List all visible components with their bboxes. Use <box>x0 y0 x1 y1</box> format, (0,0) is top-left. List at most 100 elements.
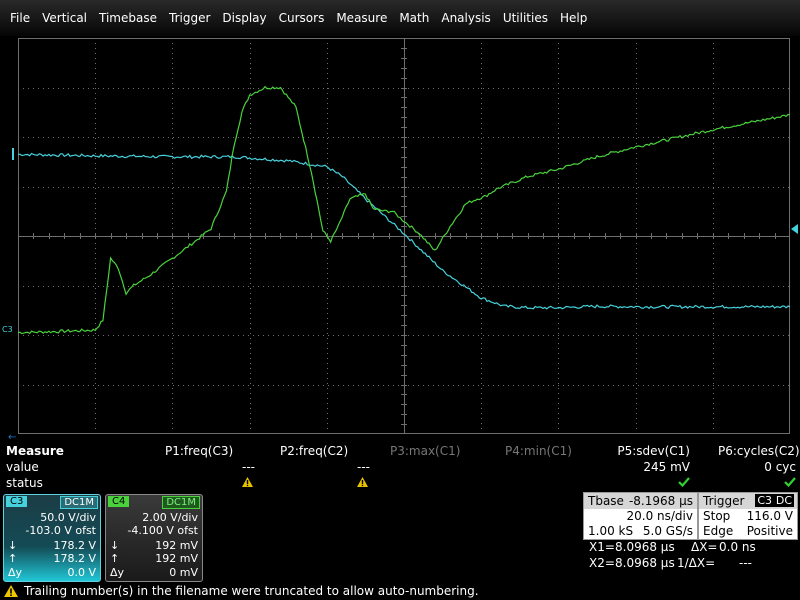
channel-3-delta-y: Δy 0.0 V <box>4 566 100 580</box>
timebase-descriptor[interactable]: Tbase -8.1968 µs 20.0 ns/div 1.00 kS 5.0… <box>583 492 698 540</box>
timebase-sample-rate: 5.0 GS/s <box>642 524 693 538</box>
timebase-rate-row: 1.00 kS 5.0 GS/s <box>584 524 697 539</box>
measure-param-1-status <box>213 476 253 490</box>
measure-param-6-value: 0 cyc <box>764 460 796 474</box>
cursor-x2-value: 8.0968 µs <box>615 556 675 570</box>
timebase-header: Tbase -8.1968 µs <box>584 493 697 509</box>
measure-param-2-value: --- <box>357 460 370 474</box>
menu-item-utilities[interactable]: Utilities <box>497 11 554 25</box>
measure-status-label: status <box>6 476 43 490</box>
channel-4-offset: -4.100 V ofst <box>127 524 198 537</box>
trigger-slope: Positive <box>746 524 793 538</box>
channel-4-header: C4 DC1M <box>106 495 202 509</box>
channel-3-cursor-down-value: 178.2 V <box>53 539 96 552</box>
channel-4-scale: 2.00 V/div <box>142 511 198 524</box>
checkmark-icon <box>678 477 690 488</box>
menu-item-vertical[interactable]: Vertical <box>36 11 93 25</box>
measure-param-2-label[interactable]: P2:freq(C2) <box>280 444 370 458</box>
waveform-display[interactable]: C3 ← <box>0 36 800 446</box>
timebase-scale: 20.0 ns/div <box>626 509 694 523</box>
trigger-source: C3 <box>755 494 774 507</box>
trigger-type-row: Edge Positive <box>699 524 797 539</box>
timebase-samples: 1.00 kS <box>588 524 634 538</box>
status-message: Trailing number(s) in the filename were … <box>24 584 479 598</box>
timebase-scale-row: 20.0 ns/div <box>584 509 697 524</box>
measure-param-5-value: 245 mV <box>643 460 690 474</box>
channel-4-cursor-down: ↓ 192 mV <box>106 539 202 553</box>
trigger-label: Trigger <box>703 494 745 508</box>
measure-param-5-status <box>610 476 690 490</box>
channel-4-cursor-down-value: 192 mV <box>155 539 198 552</box>
channel-3-cursor-up: ↑ 178.2 V <box>4 552 100 566</box>
cursor-dx-value: 0.0 ns <box>719 540 756 554</box>
menu-item-timebase[interactable]: Timebase <box>93 11 163 25</box>
trigger-level-marker[interactable] <box>791 223 798 234</box>
menu-item-help[interactable]: Help <box>554 11 593 25</box>
measure-param-3-label[interactable]: P3:max(C1) <box>390 444 480 458</box>
measure-param-1-label[interactable]: P1:freq(C3) <box>165 444 255 458</box>
time-origin-arrow-icon[interactable]: ← <box>8 433 16 443</box>
menu-item-measure[interactable]: Measure <box>330 11 393 25</box>
channel-4-delta-y: Δy 0 mV <box>106 566 202 580</box>
channel-3-header: C3 DC1M <box>4 495 100 509</box>
channel-3-delta-y-value: 0.0 V <box>67 566 96 579</box>
trigger-level: 116.0 V <box>746 509 793 523</box>
channel-4-delta-y-value: 0 mV <box>169 566 198 579</box>
menu-item-display[interactable]: Display <box>216 11 272 25</box>
delta-y-label: Δy <box>8 566 23 579</box>
cursor-dx-label: ΔX= <box>691 540 718 554</box>
measure-value-label: value <box>6 460 39 474</box>
cursor-down-icon: ↓ <box>110 539 120 552</box>
timebase-label: Tbase <box>588 494 624 508</box>
timebase-delay: -8.1968 µs <box>628 494 693 508</box>
cursor-up-icon: ↑ <box>110 552 120 565</box>
measure-param-6-label[interactable]: P6:cycles(C2) <box>718 444 800 458</box>
measure-table[interactable]: Measure value status P1:freq(C3) --- P2:fr… <box>0 444 800 492</box>
menu-item-analysis[interactable]: Analysis <box>435 11 496 25</box>
cursor-x1-value: 8.0968 µs <box>615 540 675 554</box>
cursor-up-icon: ↑ <box>8 552 18 565</box>
channel-3-ground-marker[interactable] <box>12 148 20 161</box>
channel-3-cursor-up-value: 178.2 V <box>53 552 96 565</box>
cursor-readout: X1= 8.0968 µs ΔX= 0.0 ns X2= 8.0968 µs 1… <box>585 540 800 574</box>
cursor-inv-dx-label: 1/ΔX= <box>677 556 716 570</box>
measure-param-2-status <box>328 476 368 490</box>
cursor-down-icon: ↓ <box>8 539 18 552</box>
channel-4-cursor-up-value: 192 mV <box>155 552 198 565</box>
channel-3-descriptor[interactable]: C3 DC1M 50.0 V/div -103.0 V ofst ↓ 178.2 … <box>3 494 101 582</box>
channel-4-coupling: DC1M <box>162 496 200 509</box>
channel-4-descriptor[interactable]: C4 DC1M 2.00 V/div -4.100 V ofst ↓ 192 mV… <box>105 494 203 582</box>
menu-item-cursors[interactable]: Cursors <box>273 11 331 25</box>
warning-icon <box>357 477 368 487</box>
menu-item-trigger[interactable]: Trigger <box>163 11 216 25</box>
channel-trace-label-marker[interactable]: C3 <box>2 325 13 334</box>
checkmark-icon <box>784 477 796 488</box>
warning-icon <box>4 585 18 597</box>
trigger-mode: Stop <box>703 509 731 523</box>
channel-4-tag: C4 <box>108 496 130 507</box>
measure-param-4-label[interactable]: P4:min(C1) <box>505 444 595 458</box>
measure-param-5-label[interactable]: P5:sdev(C1) <box>610 444 690 458</box>
channel-3-offset: -103.0 V ofst <box>25 524 96 537</box>
menu-bar: File Vertical Timebase Trigger Display Cursor… <box>0 0 800 36</box>
cursor-x2-label: X2= <box>589 556 615 570</box>
channel-3-cursor-down: ↓ 178.2 V <box>4 539 100 553</box>
trigger-descriptor[interactable]: Trigger C3 DC Stop 116.0 V Edge Positive <box>698 492 798 540</box>
measure-param-6-status <box>718 476 796 490</box>
trigger-header: Trigger C3 DC <box>699 493 797 509</box>
measure-title[interactable]: Measure <box>6 444 64 458</box>
warning-icon <box>242 477 253 487</box>
delta-y-label: Δy <box>110 566 125 579</box>
menu-item-file[interactable]: File <box>0 11 36 25</box>
waveform-grid <box>18 38 790 434</box>
cursor-x1-label: X1= <box>589 540 615 554</box>
menu-item-math[interactable]: Math <box>393 11 435 25</box>
channel-4-cursor-up: ↑ 192 mV <box>106 552 202 566</box>
channel-3-scale: 50.0 V/div <box>40 511 96 524</box>
trigger-coupling: DC <box>773 494 794 507</box>
trigger-mode-row: Stop 116.0 V <box>699 509 797 524</box>
trigger-type: Edge <box>703 524 734 538</box>
channel-3-coupling: DC1M <box>60 496 98 509</box>
measure-param-1-value: --- <box>242 460 255 474</box>
channel-3-tag: C3 <box>6 496 28 507</box>
